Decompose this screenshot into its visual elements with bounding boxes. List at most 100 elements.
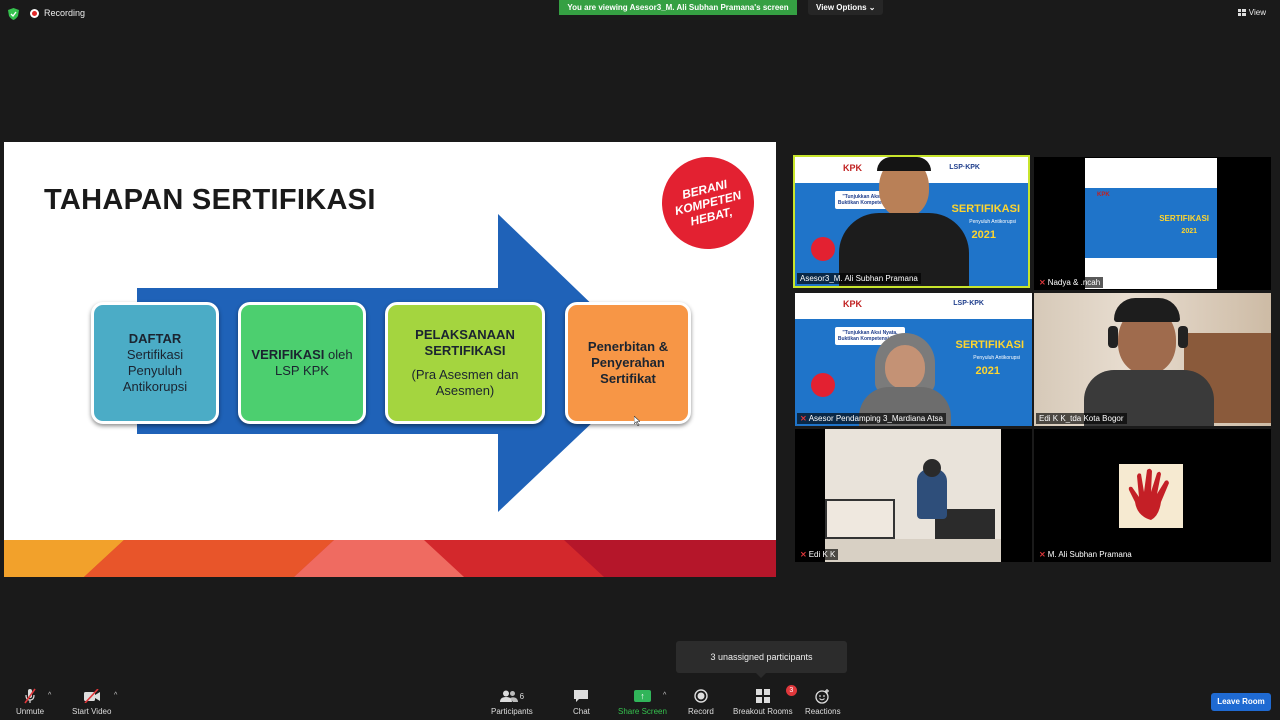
step-4-bold-2: Penyerahan — [591, 355, 665, 370]
lsp-kpk-logo: LSP·KPK — [949, 164, 980, 171]
kpk-mini-logo: KPK — [1097, 192, 1110, 198]
participant-name: Edi K K — [808, 550, 836, 559]
share-options-caret-icon[interactable]: ^ — [663, 692, 666, 699]
participant-name: Edi K K_tda Kota Bogor — [1039, 414, 1124, 423]
participant-name: Asesor Pendamping 3_Mardiana Atsa — [808, 414, 944, 423]
share-screen-button[interactable]: ↑ Share Screen — [618, 688, 667, 716]
badge-icon — [811, 373, 835, 397]
kpk-logo: KPK — [843, 163, 863, 173]
participant-name: Nadya & .ncah — [1047, 278, 1101, 287]
participant-name-tag: Edi K K_tda Kota Bogor — [1036, 413, 1127, 424]
participants-icon — [499, 690, 518, 702]
security-shield-icon[interactable] — [8, 8, 19, 20]
record-dot-icon — [30, 8, 39, 18]
mic-muted-icon: ⨯ — [800, 414, 807, 423]
view-button[interactable]: View — [1237, 8, 1266, 17]
participants-count: 6 — [519, 691, 525, 701]
unassigned-participants-tooltip[interactable]: 3 unassigned participants — [676, 641, 847, 678]
record-label: Record — [688, 707, 714, 716]
chat-button[interactable]: Chat — [573, 688, 590, 716]
mic-muted-icon: ⨯ — [1039, 278, 1046, 287]
reactions-button[interactable]: Reactions — [805, 688, 841, 716]
lsp-kpk-logo: LSP·KPK — [953, 300, 984, 307]
step-1-line-3: Antikorupsi — [122, 379, 188, 394]
step-1-line-1: Sertifikasi — [126, 347, 184, 362]
reactions-icon — [815, 688, 830, 704]
participant-video-banner: KPK SERTIFIKASI 2021 — [1085, 158, 1217, 289]
view-options-button[interactable]: View Options ⌄ — [808, 0, 884, 15]
step-3-line-1: (Pra Asesmen dan — [411, 367, 519, 382]
participants-button[interactable]: 6 Participants — [491, 688, 533, 716]
meeting-toolbar: Unmute ^ Start Video ^ 6 Participants Ch… — [0, 682, 1280, 720]
unmute-button[interactable]: Unmute — [16, 688, 44, 716]
chat-icon — [574, 690, 589, 702]
participant-name-tag: Asesor3_M. Ali Subhan Pramana — [797, 273, 921, 284]
shared-screen-slide: TAHAPAN SERTIFIKASI BERANI KOMPETEN HEBA… — [4, 142, 776, 577]
participant-name-tag: ⨯ Asesor Pendamping 3_Mardiana Atsa — [797, 413, 947, 424]
chat-label: Chat — [573, 707, 590, 716]
step-daftar: DAFTAR Sertifikasi Penyuluh Antikorupsi — [91, 302, 219, 424]
kpk-logo: KPK — [843, 299, 863, 309]
banner-mini-year: 2021 — [1181, 228, 1197, 235]
start-video-button[interactable]: Start Video — [72, 688, 111, 716]
mouse-cursor-icon — [634, 416, 640, 426]
grid-view-icon — [1237, 9, 1246, 16]
breakout-rooms-icon — [755, 689, 770, 703]
red-hand-icon — [1128, 468, 1169, 520]
participant-tile-1[interactable]: KPK LSP·KPK "Tunjukkan Aksi Nyata, Bukti… — [793, 155, 1030, 288]
step-1-bold: DAFTAR — [128, 331, 182, 346]
breakout-count-badge: 3 — [785, 685, 797, 696]
leave-room-button[interactable]: Leave Room — [1211, 693, 1271, 711]
mic-muted-icon: ⨯ — [1039, 550, 1046, 559]
share-screen-icon: ↑ — [633, 690, 651, 702]
decorative-bottom-band — [4, 540, 776, 577]
step-3-bold-1: PELAKSANAAN — [415, 327, 515, 342]
record-button[interactable]: Record — [688, 688, 714, 716]
video-options-caret-icon[interactable]: ^ — [114, 692, 117, 699]
participant-tile-3[interactable]: KPK LSP·KPK "Tunjukkan Aksi Nyata, Bukti… — [795, 293, 1032, 426]
step-4-bold-1: Penerbitan & — [587, 339, 669, 354]
record-icon — [694, 689, 708, 703]
banner-mini-title: SERTIFIKASI — [1159, 214, 1209, 223]
step-2-inline: oleh — [328, 347, 353, 362]
mic-off-icon — [24, 688, 36, 704]
step-verifikasi: VERIFIKASI oleh LSP KPK — [238, 302, 366, 424]
view-label: View — [1248, 8, 1266, 17]
step-penerbitan: Penerbitan & Penyerahan Sertifikat — [565, 302, 691, 424]
share-screen-label: Share Screen — [618, 707, 667, 716]
banner-title: SERTIFIKASI — [951, 203, 1020, 215]
step-3-line-2: Asesmen) — [435, 383, 495, 398]
step-1-line-2: Penyuluh — [127, 363, 183, 378]
participant-name: M. Ali Subhan Pramana — [1047, 550, 1132, 559]
participant-tile-6[interactable]: ⨯ M. Ali Subhan Pramana — [1034, 429, 1271, 562]
participant-tile-5[interactable]: ⨯ Edi K K — [795, 429, 1032, 562]
step-pelaksanaan: PELAKSANAAN SERTIFIKASI (Pra Asesmen dan… — [385, 302, 545, 424]
step-2-line-2: LSP KPK — [275, 363, 329, 378]
badge-icon — [811, 237, 835, 261]
reactions-label: Reactions — [805, 707, 841, 716]
participant-name-tag: ⨯ Edi K K — [797, 549, 839, 560]
step-2-line-1: VERIFIKASI oleh — [251, 347, 352, 363]
view-options-label: View Options — [816, 3, 867, 12]
start-video-label: Start Video — [72, 707, 112, 716]
participant-tile-4[interactable]: Edi K K_tda Kota Bogor — [1034, 293, 1271, 426]
viewing-screen-banner: You are viewing Asesor3_M. Ali Subhan Pr… — [559, 0, 797, 15]
participant-tile-2[interactable]: KPK SERTIFIKASI 2021 ⨯ Nadya & .ncah — [1034, 157, 1271, 290]
video-off-icon — [83, 689, 100, 703]
banner-subtitle: Penyuluh Antikorupsi — [969, 219, 1016, 225]
banner-year: 2021 — [975, 365, 1000, 377]
participant-name-tag: ⨯ Nadya & .ncah — [1036, 277, 1104, 288]
breakout-rooms-label: Breakout Rooms — [733, 707, 793, 716]
banner-subtitle: Penyuluh Antikorupsi — [973, 355, 1020, 361]
zoom-meeting-window: Recording You are viewing Asesor3_M. Ali… — [0, 0, 1280, 720]
recording-indicator[interactable]: Recording — [30, 8, 85, 18]
breakout-rooms-button[interactable]: 3 Breakout Rooms — [733, 685, 797, 716]
participant-video-room — [825, 429, 1001, 562]
audio-options-caret-icon[interactable]: ^ — [48, 692, 51, 699]
mic-muted-icon: ⨯ — [800, 550, 807, 559]
top-bar: Recording You are viewing Asesor3_M. Ali… — [0, 0, 1280, 26]
banner-title: SERTIFIKASI — [955, 339, 1024, 351]
participant-name-tag: ⨯ M. Ali Subhan Pramana — [1036, 549, 1135, 560]
chevron-down-icon: ⌄ — [868, 3, 876, 12]
recording-label: Recording — [44, 8, 86, 18]
